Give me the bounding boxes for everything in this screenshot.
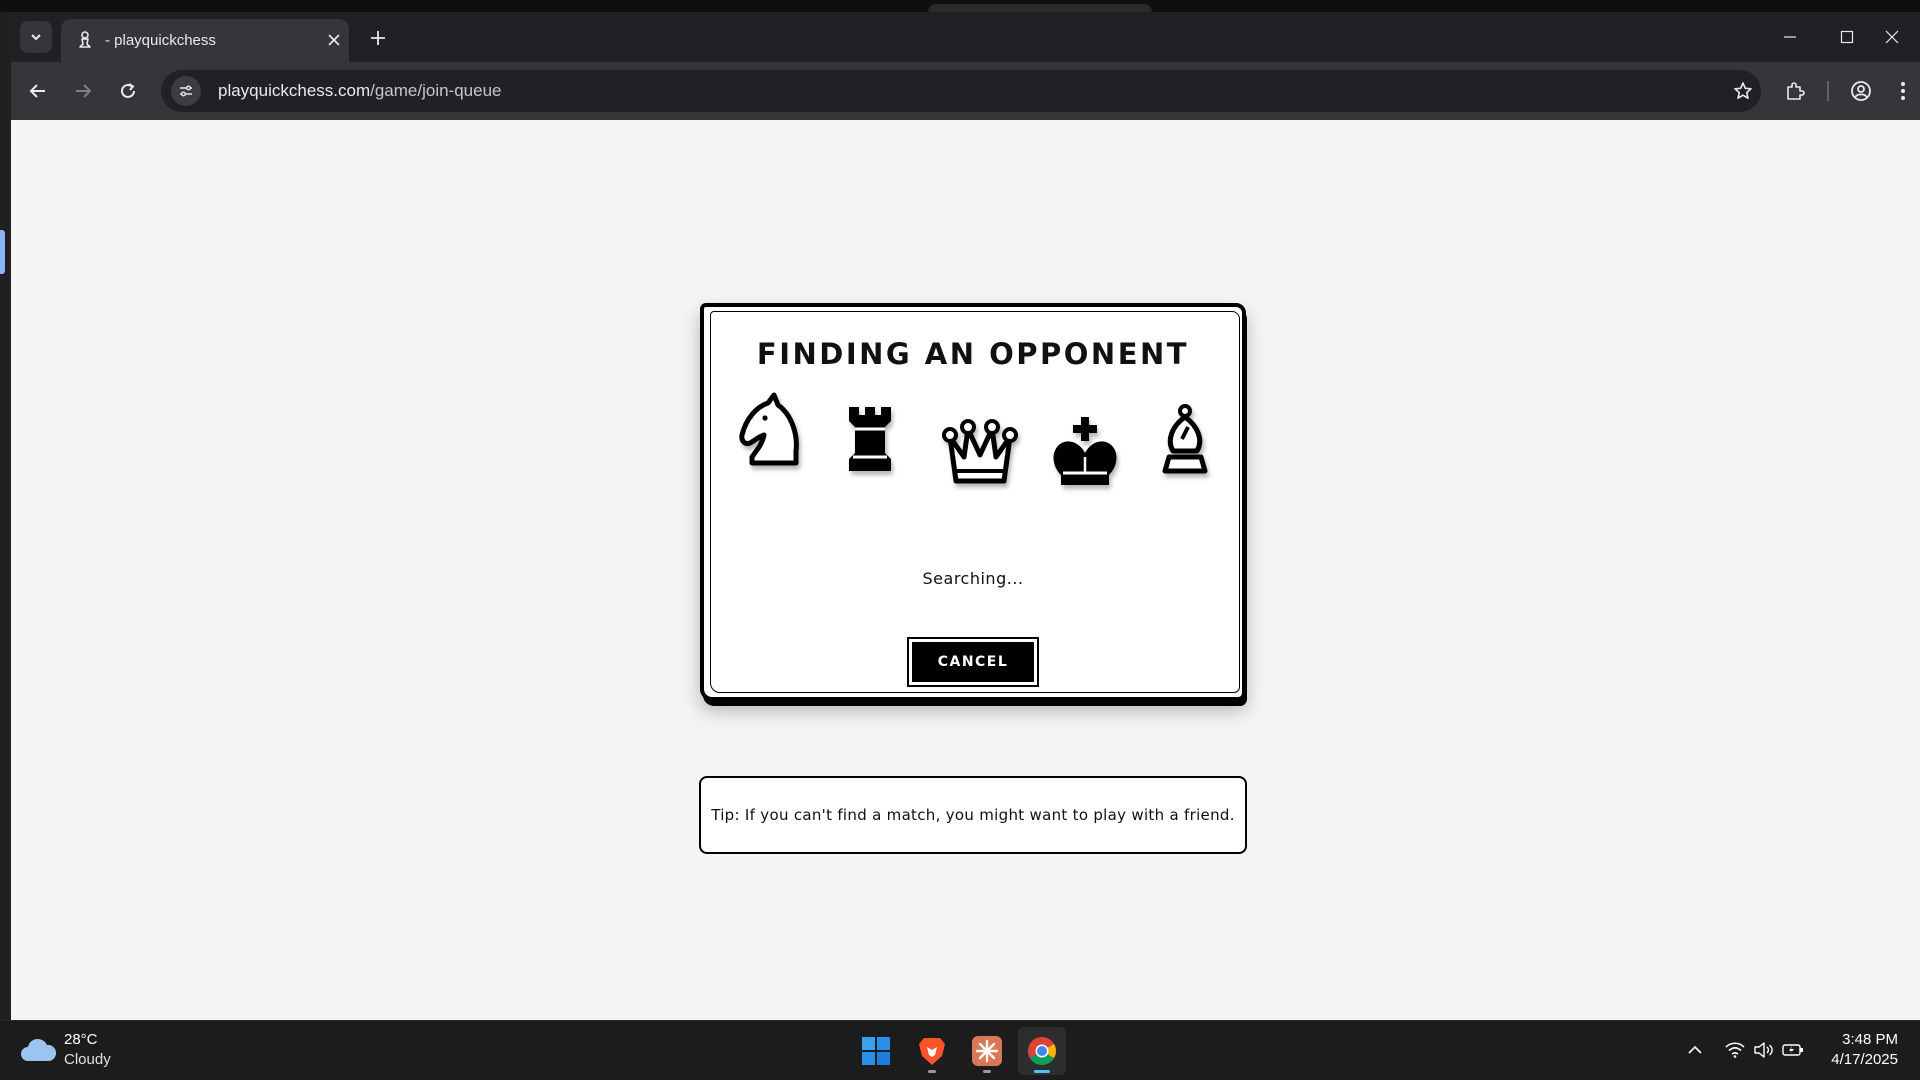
new-tab-button[interactable] — [364, 24, 392, 52]
king-icon — [1051, 417, 1119, 492]
tab-bar: - playquickchess — [11, 12, 1920, 62]
arrow-right-icon — [76, 84, 92, 98]
running-indicator — [983, 1070, 991, 1073]
chrome-icon — [1028, 1037, 1056, 1065]
windows-start-icon — [862, 1037, 890, 1065]
page-viewport: FINDING AN OPPONENT Searching... CANCEL … — [11, 120, 1920, 1020]
speaker-icon — [1754, 1042, 1773, 1058]
profile-button[interactable] — [1845, 75, 1877, 107]
brave-icon — [919, 1038, 945, 1065]
knight-icon — [738, 392, 804, 472]
volume-button[interactable] — [1751, 1037, 1777, 1063]
bishop-icon — [1157, 404, 1213, 480]
matchmaking-card: FINDING AN OPPONENT Searching... CANCEL — [700, 303, 1246, 701]
cloud-icon[interactable] — [20, 1035, 56, 1065]
brave-app-button[interactable] — [908, 1027, 956, 1075]
battery-charging-icon — [1782, 1044, 1803, 1056]
claude-app-button[interactable] — [963, 1027, 1011, 1075]
minimize-icon — [1784, 36, 1796, 38]
pawn-favicon-icon — [79, 31, 91, 48]
searching-status: Searching... — [922, 569, 1024, 588]
chevron-down-icon — [31, 34, 41, 41]
wifi-icon — [1725, 1042, 1745, 1058]
battery-button[interactable] — [1780, 1037, 1806, 1063]
running-indicator — [928, 1070, 936, 1073]
weather-description[interactable]: Cloudy — [64, 1051, 111, 1068]
account-icon — [1851, 81, 1871, 101]
chevron-up-icon — [1688, 1045, 1702, 1054]
cancel-button[interactable]: CANCEL — [907, 637, 1039, 687]
star-icon — [1734, 82, 1752, 99]
weather-temperature[interactable]: 28°C — [64, 1031, 98, 1048]
tab-close-button[interactable] — [323, 29, 345, 51]
taskbar: 28°C Cloudy 3:48 PM 4/17/2025 — [0, 1020, 1920, 1080]
window-top-edge — [0, 0, 1920, 12]
minimize-button[interactable] — [1762, 12, 1818, 62]
chrome-app-button[interactable] — [1018, 1027, 1066, 1075]
tip-box: Tip: If you can't find a match, you migh… — [699, 776, 1247, 854]
active-indicator — [1034, 1070, 1050, 1073]
tune-icon — [180, 85, 192, 97]
show-hidden-icons-button[interactable] — [1682, 1037, 1708, 1063]
start-button[interactable] — [852, 1027, 900, 1075]
reload-button[interactable] — [112, 75, 144, 107]
tab-title: - playquickchess — [105, 32, 216, 49]
window-drag-handle[interactable] — [928, 4, 1152, 12]
arrow-left-icon — [29, 84, 45, 98]
page-title: FINDING AN OPPONENT — [756, 337, 1190, 371]
side-panel-strip — [0, 12, 11, 1020]
url-text: playquickchess.com/game/join-queue — [218, 81, 502, 101]
close-icon — [328, 34, 340, 46]
bookmark-button[interactable] — [1731, 79, 1755, 103]
menu-button[interactable] — [1887, 75, 1919, 107]
side-panel-indicator — [0, 230, 5, 274]
plus-icon — [371, 31, 385, 45]
forward-button[interactable] — [67, 75, 99, 107]
more-vert-icon — [1901, 82, 1905, 100]
back-button[interactable] — [22, 75, 54, 107]
puzzle-icon — [1787, 82, 1805, 100]
claude-icon — [972, 1036, 1002, 1066]
extensions-button[interactable] — [1779, 75, 1811, 107]
site-info-button[interactable] — [171, 76, 201, 106]
tip-text: Tip: If you can't find a match, you migh… — [711, 806, 1235, 824]
rook-icon — [843, 407, 897, 478]
maximize-icon — [1840, 30, 1854, 44]
tab-playquickchess[interactable]: - playquickchess — [61, 19, 349, 62]
clock-date[interactable]: 4/17/2025 — [1812, 1051, 1898, 1068]
tab-search-button[interactable] — [20, 21, 52, 53]
browser-toolbar: playquickchess.com/game/join-queue — [11, 62, 1920, 120]
clock-time[interactable]: 3:48 PM — [1822, 1031, 1898, 1048]
address-bar[interactable]: playquickchess.com/game/join-queue — [161, 70, 1761, 112]
toolbar-divider — [1827, 81, 1829, 101]
close-icon — [1885, 30, 1899, 44]
reload-icon — [121, 83, 135, 98]
close-window-button[interactable] — [1864, 12, 1920, 62]
queen-icon — [942, 415, 1018, 492]
network-button[interactable] — [1722, 1037, 1748, 1063]
url-domain: playquickchess.com — [218, 81, 371, 100]
url-path: /game/join-queue — [370, 81, 502, 100]
